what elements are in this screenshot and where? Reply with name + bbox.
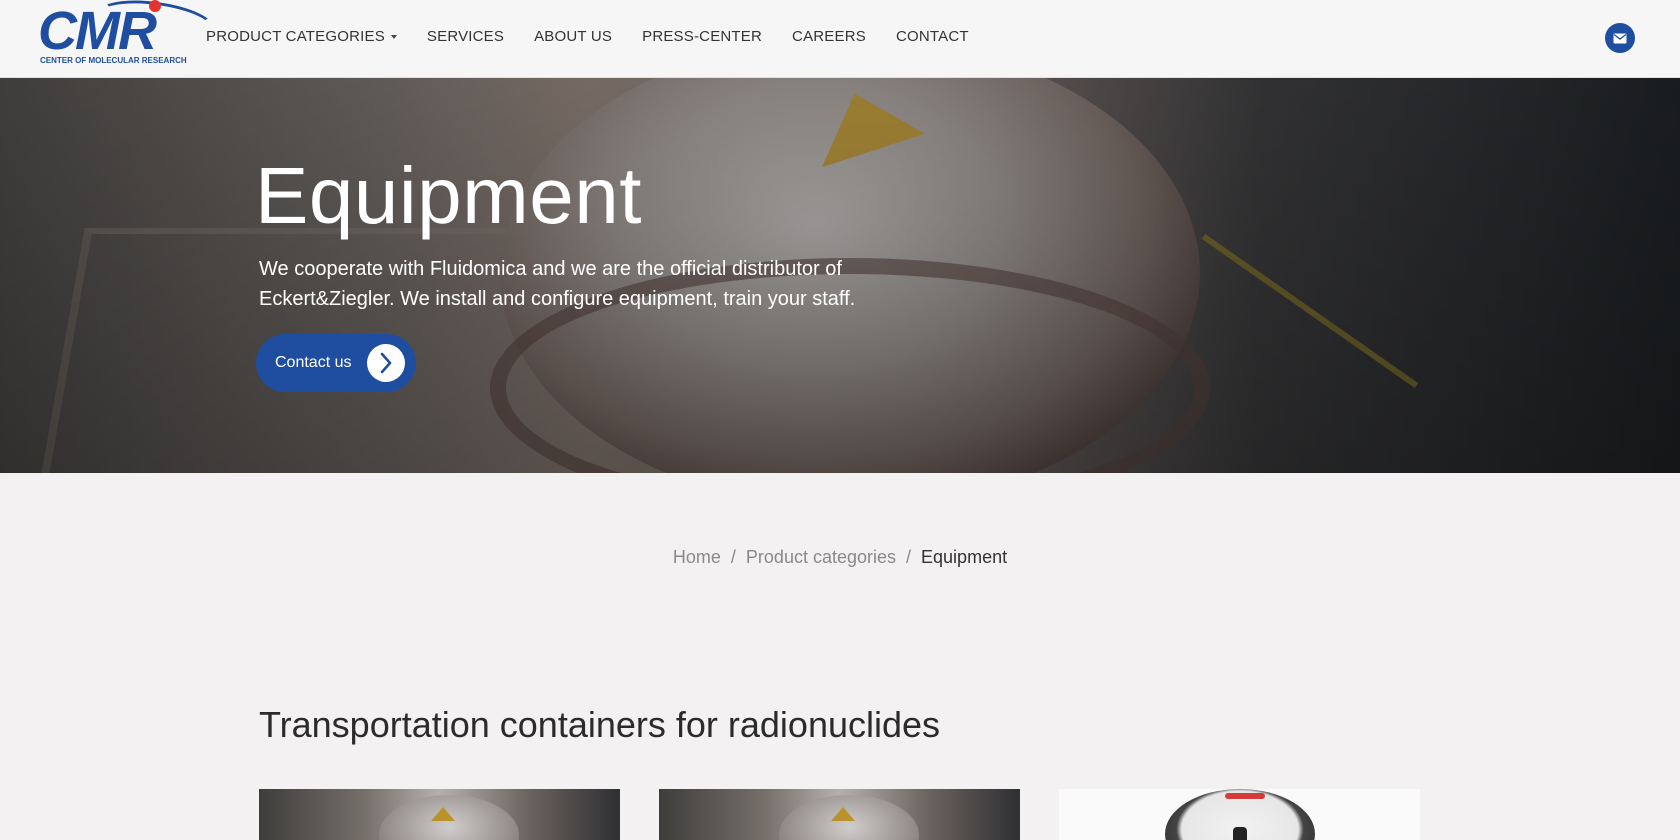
breadcrumb: Home / Product categories / Equipment	[0, 547, 1680, 568]
hero-description: We cooperate with Fluidomica and we are …	[259, 258, 856, 310]
nav-services[interactable]: SERVICES	[427, 28, 504, 45]
device-knob	[1233, 827, 1247, 840]
section-title: Transportation containers for radionucli…	[259, 704, 941, 745]
breadcrumb-separator: /	[730, 547, 736, 567]
cmr-logo[interactable]: CMR CENTER OF MOLECULAR RESEARCH	[38, 0, 219, 70]
mail-button[interactable]	[1605, 23, 1635, 53]
main-nav: PRODUCT CATEGORIES SERVICES ABOUT US PRE…	[206, 28, 969, 45]
product-card[interactable]	[659, 789, 1020, 840]
envelope-icon	[1613, 33, 1627, 43]
logo-subtitle: CENTER OF MOLECULAR RESEARCH	[40, 56, 187, 65]
product-card[interactable]	[259, 789, 620, 840]
device-red-marking	[1225, 793, 1265, 799]
breadcrumb-product-categories[interactable]: Product categories	[746, 547, 896, 567]
container-photo	[659, 789, 1020, 840]
product-card[interactable]	[1059, 789, 1420, 840]
nav-press-center[interactable]: PRESS-CENTER	[642, 28, 762, 45]
contact-us-button[interactable]: Contact us	[256, 334, 416, 392]
logo-red-dot	[149, 0, 161, 12]
nav-careers[interactable]: CAREERS	[792, 28, 866, 45]
breadcrumb-separator: /	[906, 547, 912, 567]
nav-product-categories-label: PRODUCT CATEGORIES	[206, 28, 385, 45]
dosimeter-device-photo	[1165, 789, 1315, 840]
site-header: CMR CENTER OF MOLECULAR RESEARCH PRODUCT…	[0, 0, 1680, 78]
chevron-right-icon	[380, 352, 392, 374]
logo-wordmark: CMR	[38, 1, 157, 61]
nav-product-categories[interactable]: PRODUCT CATEGORIES	[206, 28, 397, 45]
warning-triangle-icon	[431, 807, 455, 821]
container-photo	[259, 789, 620, 840]
nav-contact[interactable]: CONTACT	[896, 28, 969, 45]
cta-circle	[367, 344, 405, 382]
warning-triangle-icon	[831, 807, 855, 821]
nav-about-us[interactable]: ABOUT US	[534, 28, 612, 45]
page-title: Equipment	[255, 151, 642, 240]
caret-down-icon	[390, 34, 397, 39]
hero-banner: Equipment We cooperate with Fluidomica a…	[0, 78, 1680, 473]
contact-us-label: Contact us	[275, 354, 352, 371]
breadcrumb-current: Equipment	[921, 547, 1008, 567]
breadcrumb-home[interactable]: Home	[673, 547, 721, 567]
